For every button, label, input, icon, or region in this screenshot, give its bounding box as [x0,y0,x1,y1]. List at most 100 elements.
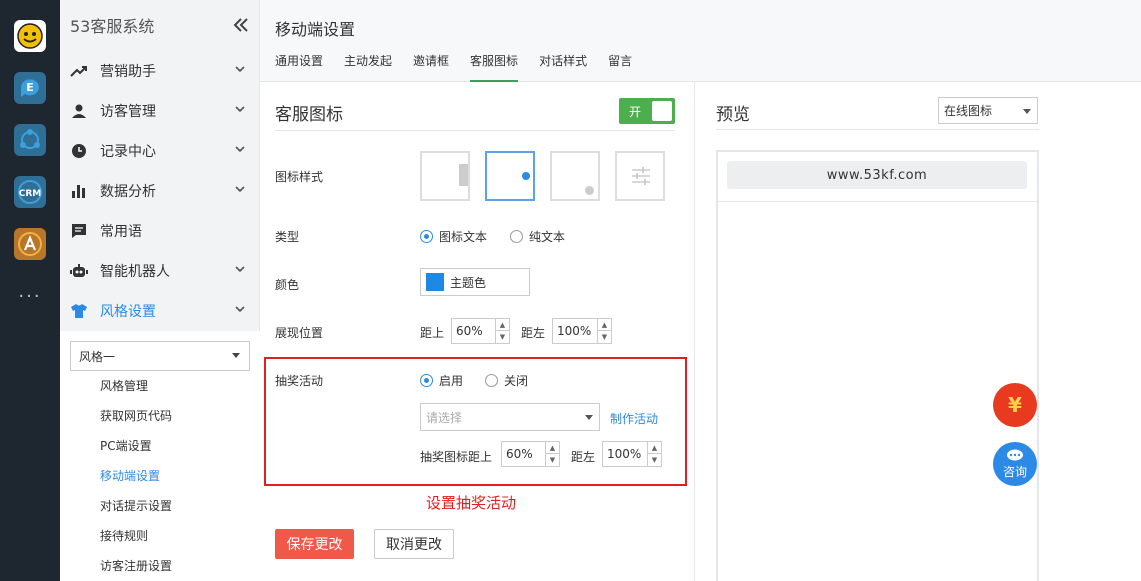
more-icon[interactable]: ··· [0,286,60,307]
consult-label: 咨询 [1002,464,1027,479]
sub-item-visitor-register[interactable]: 访客注册设置 [100,551,172,581]
sidebar-item-analytics[interactable]: 数据分析 [60,171,260,211]
lottery-label: 抽奖活动 [275,374,324,388]
blue-dot-icon [522,172,530,180]
sidebar-item-records[interactable]: 记录中心 [60,131,260,171]
top-offset-label: 距上 [420,326,445,340]
preview-panel: 预览 在线图标 www.53kf.com [696,82,1141,581]
spin-arrows[interactable]: ▲ ▼ [545,442,559,466]
radio-label: 图标文本 [439,230,488,244]
robot-icon [70,262,88,280]
top-offset-input[interactable]: 60% ▲ ▼ [451,318,510,344]
lottery-radio-disable[interactable]: 关闭 [485,372,528,389]
spin-arrows[interactable]: ▲ ▼ [647,442,661,466]
settings-panel: 客服图标 开 图标样式 类型 图标文本 纯文本 颜色 主题色 展现位置 距上 6… [260,82,695,581]
chevron-down-icon [235,66,245,73]
tab-proactive[interactable]: 主动发起 [344,50,392,82]
chat-bubble-icon [1007,449,1023,460]
caret-down-icon [232,353,240,358]
make-activity-link[interactable]: 制作活动 [610,410,658,427]
sidebar-item-robot[interactable]: 智能机器人 [60,251,260,291]
type-radio-icon-text[interactable]: 图标文本 [420,228,487,245]
sidebar-item-marketing[interactable]: 营销助手 [60,51,260,91]
radio-label: 关闭 [504,374,529,388]
tab-service-icon[interactable]: 客服图标 [470,50,519,82]
network-icon[interactable] [14,124,46,156]
tab-invite[interactable]: 邀请框 [413,50,449,82]
color-picker[interactable]: 主题色 [420,268,530,296]
enable-toggle[interactable]: 开 [619,98,675,124]
tshirt-icon [70,302,88,320]
radio-dot [510,230,523,243]
cancel-button[interactable]: 取消更改 [374,529,454,559]
lottery-left-input[interactable]: 100% ▲ ▼ [602,441,662,467]
app-rail: E CRM ··· [0,0,60,581]
lottery-radio-enable[interactable]: 启用 [420,372,463,389]
tab-message[interactable]: 留言 [608,50,632,82]
lottery-float-button[interactable]: ¥ [993,383,1037,427]
divider [716,129,1039,130]
lottery-activity-select[interactable]: 请选择 [420,403,600,431]
sidebar-item-label: 访客管理 [100,104,156,120]
icon-style-option-gray-dot[interactable] [550,151,600,201]
sub-item-mobile-settings[interactable]: 移动端设置 [100,461,160,491]
sub-item-pc-settings[interactable]: PC端设置 [100,431,152,461]
collapse-icon[interactable] [233,18,249,32]
lottery-top-label: 抽奖图标距上 [420,450,493,464]
sidebar-item-style[interactable]: 风格设置 [60,291,260,331]
sidebar-item-phrases[interactable]: 常用语 [60,211,260,251]
sidebar-item-label: 常用语 [100,224,142,240]
svg-text:CRM: CRM [19,189,42,199]
radio-dot [485,374,498,387]
spin-arrows[interactable]: ▲ ▼ [495,319,509,343]
preview-mode-select[interactable]: 在线图标 [938,97,1038,124]
sidebar-item-visitors[interactable]: 访客管理 [60,91,260,131]
sub-item-get-code[interactable]: 获取网页代码 [100,401,172,431]
left-offset-label: 距左 [521,326,546,340]
color-swatch [426,273,444,291]
clock-icon [70,142,88,160]
color-value: 主题色 [450,275,487,290]
a-app-icon[interactable] [14,228,46,260]
style-select[interactable]: 风格一 [70,341,250,371]
phone-header: www.53kf.com [718,152,1037,202]
icon-style-option-blue-dot[interactable] [485,151,535,201]
tab-general[interactable]: 通用设置 [275,50,323,82]
tab-dialog-style[interactable]: 对话样式 [539,50,587,82]
caret-down-icon [1023,109,1031,114]
consult-float-button[interactable]: 咨询 [993,442,1037,486]
sub-item-style-manage[interactable]: 风格管理 [100,371,148,401]
icon-style-option-custom[interactable] [615,151,665,201]
save-button[interactable]: 保存更改 [275,529,354,559]
toggle-label: 开 [629,105,642,119]
spin-value: 100% [557,324,592,338]
lottery-top-input[interactable]: 60% ▲ ▼ [501,441,560,467]
lottery-annotation: 设置抽奖活动 [426,494,517,512]
radio-label: 启用 [439,374,464,388]
sub-item-reception-rules[interactable]: 接待规则 [100,521,148,551]
chevron-down-icon [235,146,245,153]
page-title: 移动端设置 [275,20,356,39]
gray-dot-icon [585,186,594,195]
page-header: 移动端设置 通用设置 主动发起 邀请框 客服图标 对话样式 留言 [260,0,1141,82]
svg-text:E: E [26,81,34,94]
crm-icon[interactable]: CRM [14,176,46,208]
left-offset-input[interactable]: 100% ▲ ▼ [552,318,612,344]
preview-title: 预览 [716,105,750,125]
53kf-logo-icon[interactable] [14,20,46,52]
type-radio-text-only[interactable]: 纯文本 [510,228,565,245]
app-title: 53客服系统 [70,17,155,36]
url-bar: www.53kf.com [727,161,1027,189]
divider [275,130,675,131]
spin-arrows[interactable]: ▲ ▼ [597,319,611,343]
chat-e-icon[interactable]: E [14,72,46,104]
icon-style-option-side-tab[interactable] [420,151,470,201]
style-select-value: 风格一 [79,349,116,364]
spin-value: 60% [506,447,533,461]
radio-label: 纯文本 [529,230,566,244]
lottery-left-label: 距左 [571,450,596,464]
sidebar: 53客服系统 营销助手 访客管理 记录中心 数据分析 常用语 智能机器人 风格设… [60,0,260,581]
chevron-down-icon [235,306,245,313]
sub-item-dialog-tips[interactable]: 对话提示设置 [100,491,172,521]
select-placeholder: 请选择 [426,410,463,425]
